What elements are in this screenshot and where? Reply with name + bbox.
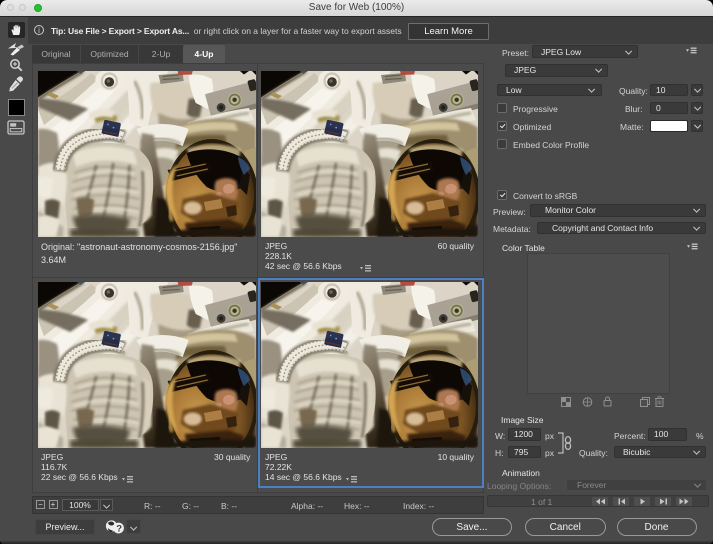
svg-text:?: ? bbox=[116, 524, 122, 535]
